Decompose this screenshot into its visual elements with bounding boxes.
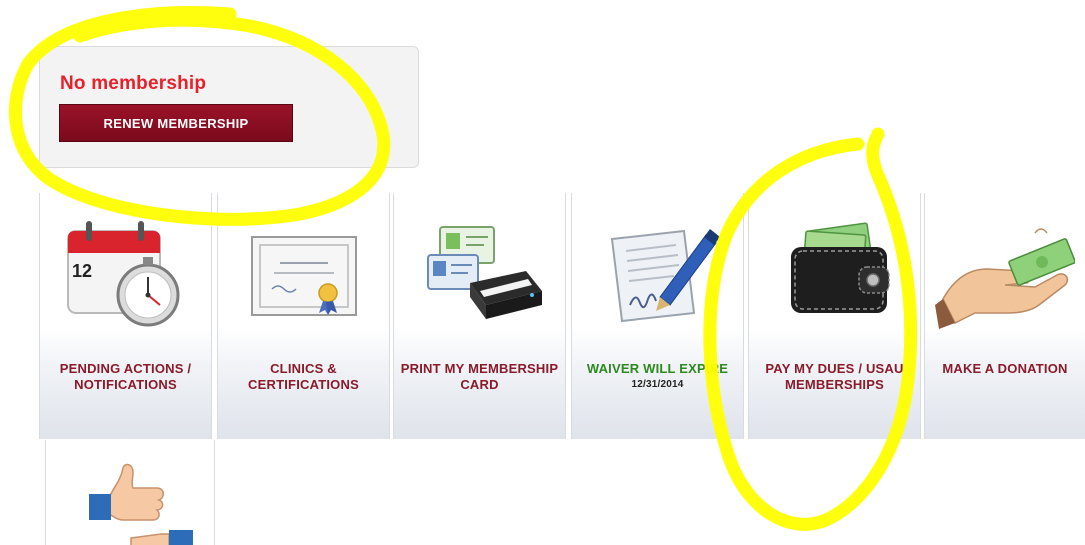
tile-make-donation[interactable]: MAKE A DONATION: [924, 193, 1085, 439]
waiver-expiry-date: 12/31/2014: [631, 379, 684, 390]
signed-document-pen-icon: [610, 229, 720, 323]
membership-status-text: No membership: [60, 73, 207, 94]
renew-membership-button[interactable]: RENEW MEMBERSHIP: [59, 104, 293, 142]
printer-card-icon: [426, 226, 542, 319]
tile-clinics-certifications-label: CLINICS & CERTIFICATIONS: [248, 361, 359, 392]
tile-make-donation-label: MAKE A DONATION: [942, 361, 1068, 376]
certificate-icon: [250, 236, 357, 316]
tile-waiver-label: WAIVER WILL EXPIRE 12/31/2014: [576, 361, 739, 392]
tile-print-membership-card-label: PRINT MY MEMBERSHIP CARD: [400, 361, 559, 392]
svg-text:12: 12: [72, 261, 92, 281]
tile-print-membership-card[interactable]: PRINT MY MEMBERSHIP CARD: [393, 193, 566, 439]
tile-pending-actions[interactable]: 12 PENDING ACTIONS / NOTIFICATIONS: [39, 193, 212, 439]
member-dashboard: No membership RENEW MEMBERSHIP 12 PENDIN…: [0, 0, 1085, 545]
tile-pending-actions-label: PENDING ACTIONS / NOTIFICATIONS: [59, 361, 192, 392]
tile-pay-dues[interactable]: PAY MY DUES / USAU MEMBERSHIPS: [748, 193, 921, 439]
membership-status-panel: No membership RENEW MEMBERSHIP: [39, 46, 419, 168]
waiver-status-text: WAIVER WILL EXPIRE: [586, 361, 729, 376]
tile-pay-dues-label: PAY MY DUES / USAU MEMBERSHIPS: [765, 361, 904, 392]
hand-money-icon: [935, 228, 1075, 329]
wallet-icon: [790, 222, 890, 313]
calendar-stopwatch-icon: 12: [66, 221, 179, 327]
tile-clinics-certifications[interactable]: CLINICS & CERTIFICATIONS: [217, 193, 390, 439]
tile-partial-row2[interactable]: [45, 440, 215, 545]
tile-waiver[interactable]: WAIVER WILL EXPIRE 12/31/2014: [571, 193, 744, 439]
handshake-thumbs-up-icon: [89, 463, 193, 545]
